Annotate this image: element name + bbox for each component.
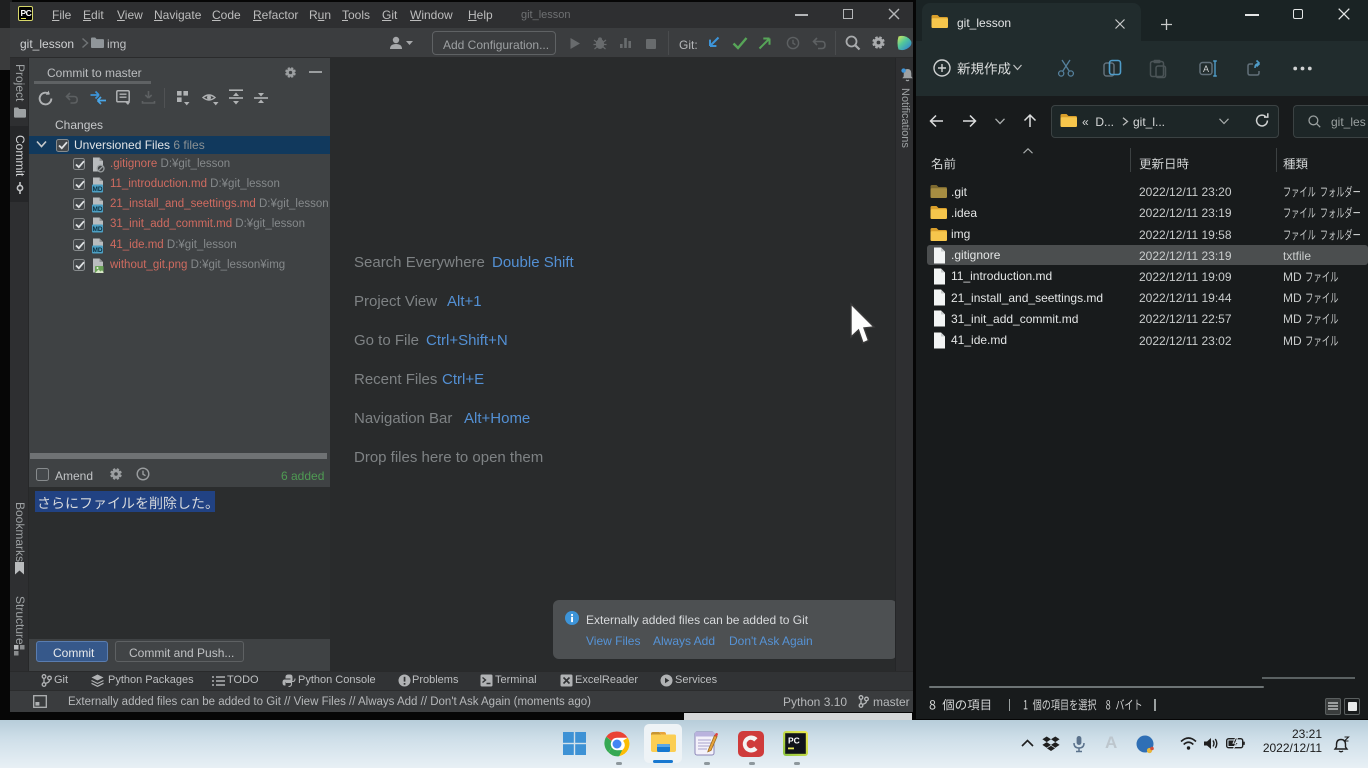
svg-text:MD: MD — [92, 226, 102, 233]
svg-text:A: A — [1203, 64, 1209, 74]
svg-text:MD: MD — [92, 186, 102, 193]
svg-text:MD: MD — [92, 206, 102, 213]
svg-text:MD: MD — [92, 246, 102, 253]
svg-text:PC: PC — [788, 736, 800, 746]
